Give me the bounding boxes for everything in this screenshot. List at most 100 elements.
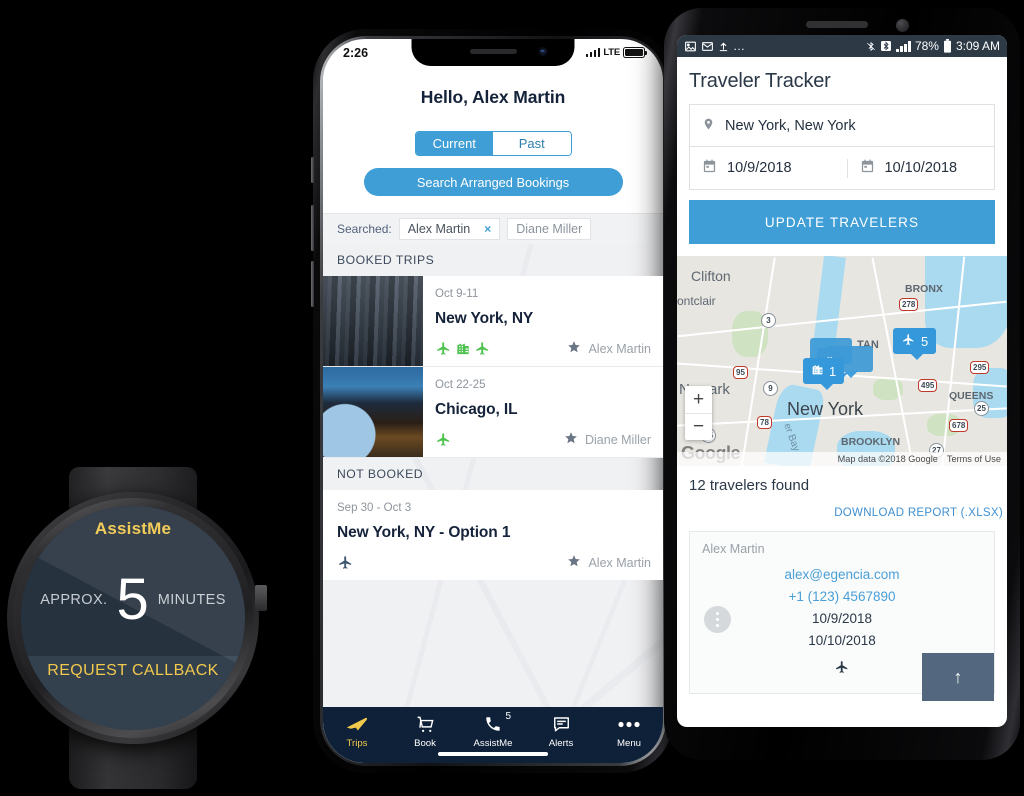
route-shield: 25 [974, 401, 989, 416]
travelers-map[interactable]: Clifton Montclair BRONX TAN Newark New Y… [677, 256, 1007, 466]
upload-icon [718, 40, 729, 53]
trip-thumbnail-chicago [323, 367, 423, 457]
tab-book[interactable]: Book [391, 714, 459, 749]
bluetooth-icon [880, 40, 892, 52]
request-callback-button[interactable]: REQUEST CALLBACK [21, 662, 245, 680]
iphone-notch [411, 39, 575, 66]
star-icon [564, 431, 578, 448]
plane-icon [901, 333, 916, 349]
trip-traveler: Diane Miller [564, 431, 651, 448]
earpiece-speaker-icon [806, 21, 868, 28]
table-row[interactable]: Oct 22-25 Chicago, IL Diane Miller [323, 367, 663, 458]
date-to-value: 10/10/2018 [884, 160, 958, 176]
battery-percent: 78% [914, 39, 939, 53]
update-travelers-button[interactable]: UPDATE TRAVELERS [689, 200, 995, 244]
watch-screen: AssistMe APPROX. 5 MINUTES REQUEST CALLB… [21, 506, 245, 730]
date-from-field[interactable]: 10/9/2018 [690, 159, 837, 178]
signal-icon [896, 40, 911, 52]
traveler-card[interactable]: Alex Martin alex@egencia.com +1 (123) 45… [689, 531, 995, 701]
highway-shield: 295 [970, 361, 990, 374]
tab-menu[interactable]: Menu [595, 714, 663, 749]
trip-dates: Oct 9-11 [435, 288, 479, 300]
trip-segment-icons [337, 555, 354, 570]
trip-city: New York, NY - Option 1 [337, 524, 511, 541]
chat-icon [552, 714, 571, 734]
hotel-icon [455, 341, 471, 356]
terms-of-use-link[interactable]: Terms of Use [947, 454, 1001, 464]
table-row[interactable]: Oct 9-11 New York, NY Alex Martin [323, 276, 663, 367]
tab-past[interactable]: Past [493, 132, 571, 155]
map-label: BRONX [905, 283, 943, 295]
zoom-in-button[interactable]: + [685, 386, 712, 413]
highway-shield: 495 [918, 379, 938, 392]
front-camera-icon [896, 19, 909, 32]
trip-segment-icons [435, 341, 491, 356]
location-field[interactable]: New York, New York [689, 104, 995, 147]
more-icon: … [733, 39, 746, 53]
iphone-device: 2:26 LTE Hello, Alex Martin Current Past… [311, 29, 675, 773]
searched-chip-alex-martin[interactable]: Alex Martin × [398, 218, 501, 240]
iphone-volume-up-button[interactable] [311, 205, 314, 251]
map-label: QUEENS [949, 390, 994, 402]
tab-label: Book [414, 738, 436, 749]
map-label: Clifton [691, 268, 731, 284]
download-report-link[interactable]: DOWNLOAD REPORT (.XLSX) [834, 507, 1003, 519]
gmail-icon [701, 40, 714, 53]
home-indicator[interactable] [438, 751, 548, 756]
network-type-label: LTE [603, 47, 620, 58]
tab-label: AssistMe [473, 738, 513, 749]
tab-trips[interactable]: Trips [323, 714, 391, 749]
phone-icon: 5 [484, 711, 511, 734]
plane-icon [435, 341, 452, 356]
plane-icon [435, 432, 452, 447]
tab-alerts[interactable]: Alerts [527, 714, 595, 749]
highway-shield: 95 [733, 366, 748, 379]
iphone-mute-switch[interactable] [311, 157, 314, 183]
map-marker-flights[interactable]: 5 [893, 328, 937, 360]
searched-chip-diane-miller[interactable]: Diane Miller [507, 218, 592, 240]
page-title: Traveler Tracker [677, 57, 1007, 104]
zoom-out-button[interactable]: − [685, 413, 712, 440]
trip-city: New York, NY [435, 310, 534, 327]
bluetooth-off-icon [866, 40, 876, 53]
battery-icon [943, 39, 952, 53]
android-status-bar: … 78% 3:09 AM [677, 35, 1007, 57]
device-showcase: AssistMe APPROX. 5 MINUTES REQUEST CALLB… [0, 0, 1024, 796]
table-row[interactable]: Sep 30 - Oct 3 New York, NY - Option 1 A… [323, 490, 663, 580]
date-to-field[interactable]: 10/10/2018 [846, 158, 995, 178]
plane-icon [474, 341, 491, 356]
map-attribution: Map data ©2018 Google [837, 454, 938, 464]
watch-crown-button[interactable] [255, 585, 267, 611]
tab-label: Alerts [548, 738, 574, 749]
tab-current[interactable]: Current [415, 132, 493, 155]
traveler-date-from: 10/9/2018 [811, 611, 873, 626]
highway-shield: 78 [757, 416, 772, 429]
tab-assistme[interactable]: 5 AssistMe [459, 711, 527, 749]
arrow-up-icon: ↑ [953, 666, 963, 687]
kebab-menu-icon[interactable] [704, 606, 731, 633]
trip-city: Chicago, IL [435, 401, 518, 418]
close-icon[interactable]: × [484, 222, 491, 236]
searched-travelers-bar: Searched: Alex Martin × Diane Miller [323, 213, 663, 244]
date-range-fields: 10/9/2018 10/10/2018 [689, 147, 995, 190]
route-shield: 3 [761, 313, 776, 328]
calendar-icon [860, 159, 875, 178]
chip-label: Diane Miller [516, 222, 583, 236]
map-zoom-controls[interactable]: + − [685, 386, 712, 440]
searched-label: Searched: [337, 222, 392, 236]
trip-segment-icons [435, 432, 452, 447]
scroll-to-top-button[interactable]: ↑ [922, 653, 994, 701]
plane-icon [346, 714, 368, 734]
map-label: New York [787, 399, 864, 419]
iphone-volume-down-button[interactable] [311, 261, 314, 307]
trips-filter-segmented-control[interactable]: Current Past [414, 131, 572, 156]
map-marker-hotel[interactable]: 1 [803, 358, 845, 390]
traveler-phone[interactable]: +1 (123) 4567890 [702, 586, 982, 608]
map-attribution-bar: Map data ©2018 Google Terms of Use [677, 452, 1007, 466]
traveler-email[interactable]: alex@egencia.com [702, 564, 982, 586]
map-label: Montclair [677, 294, 716, 308]
highway-shield: 278 [899, 298, 919, 311]
signal-bars-icon [585, 48, 601, 57]
map-label: BROOKLYN [841, 436, 901, 448]
search-arranged-bookings-button[interactable]: Search Arranged Bookings [363, 168, 623, 196]
